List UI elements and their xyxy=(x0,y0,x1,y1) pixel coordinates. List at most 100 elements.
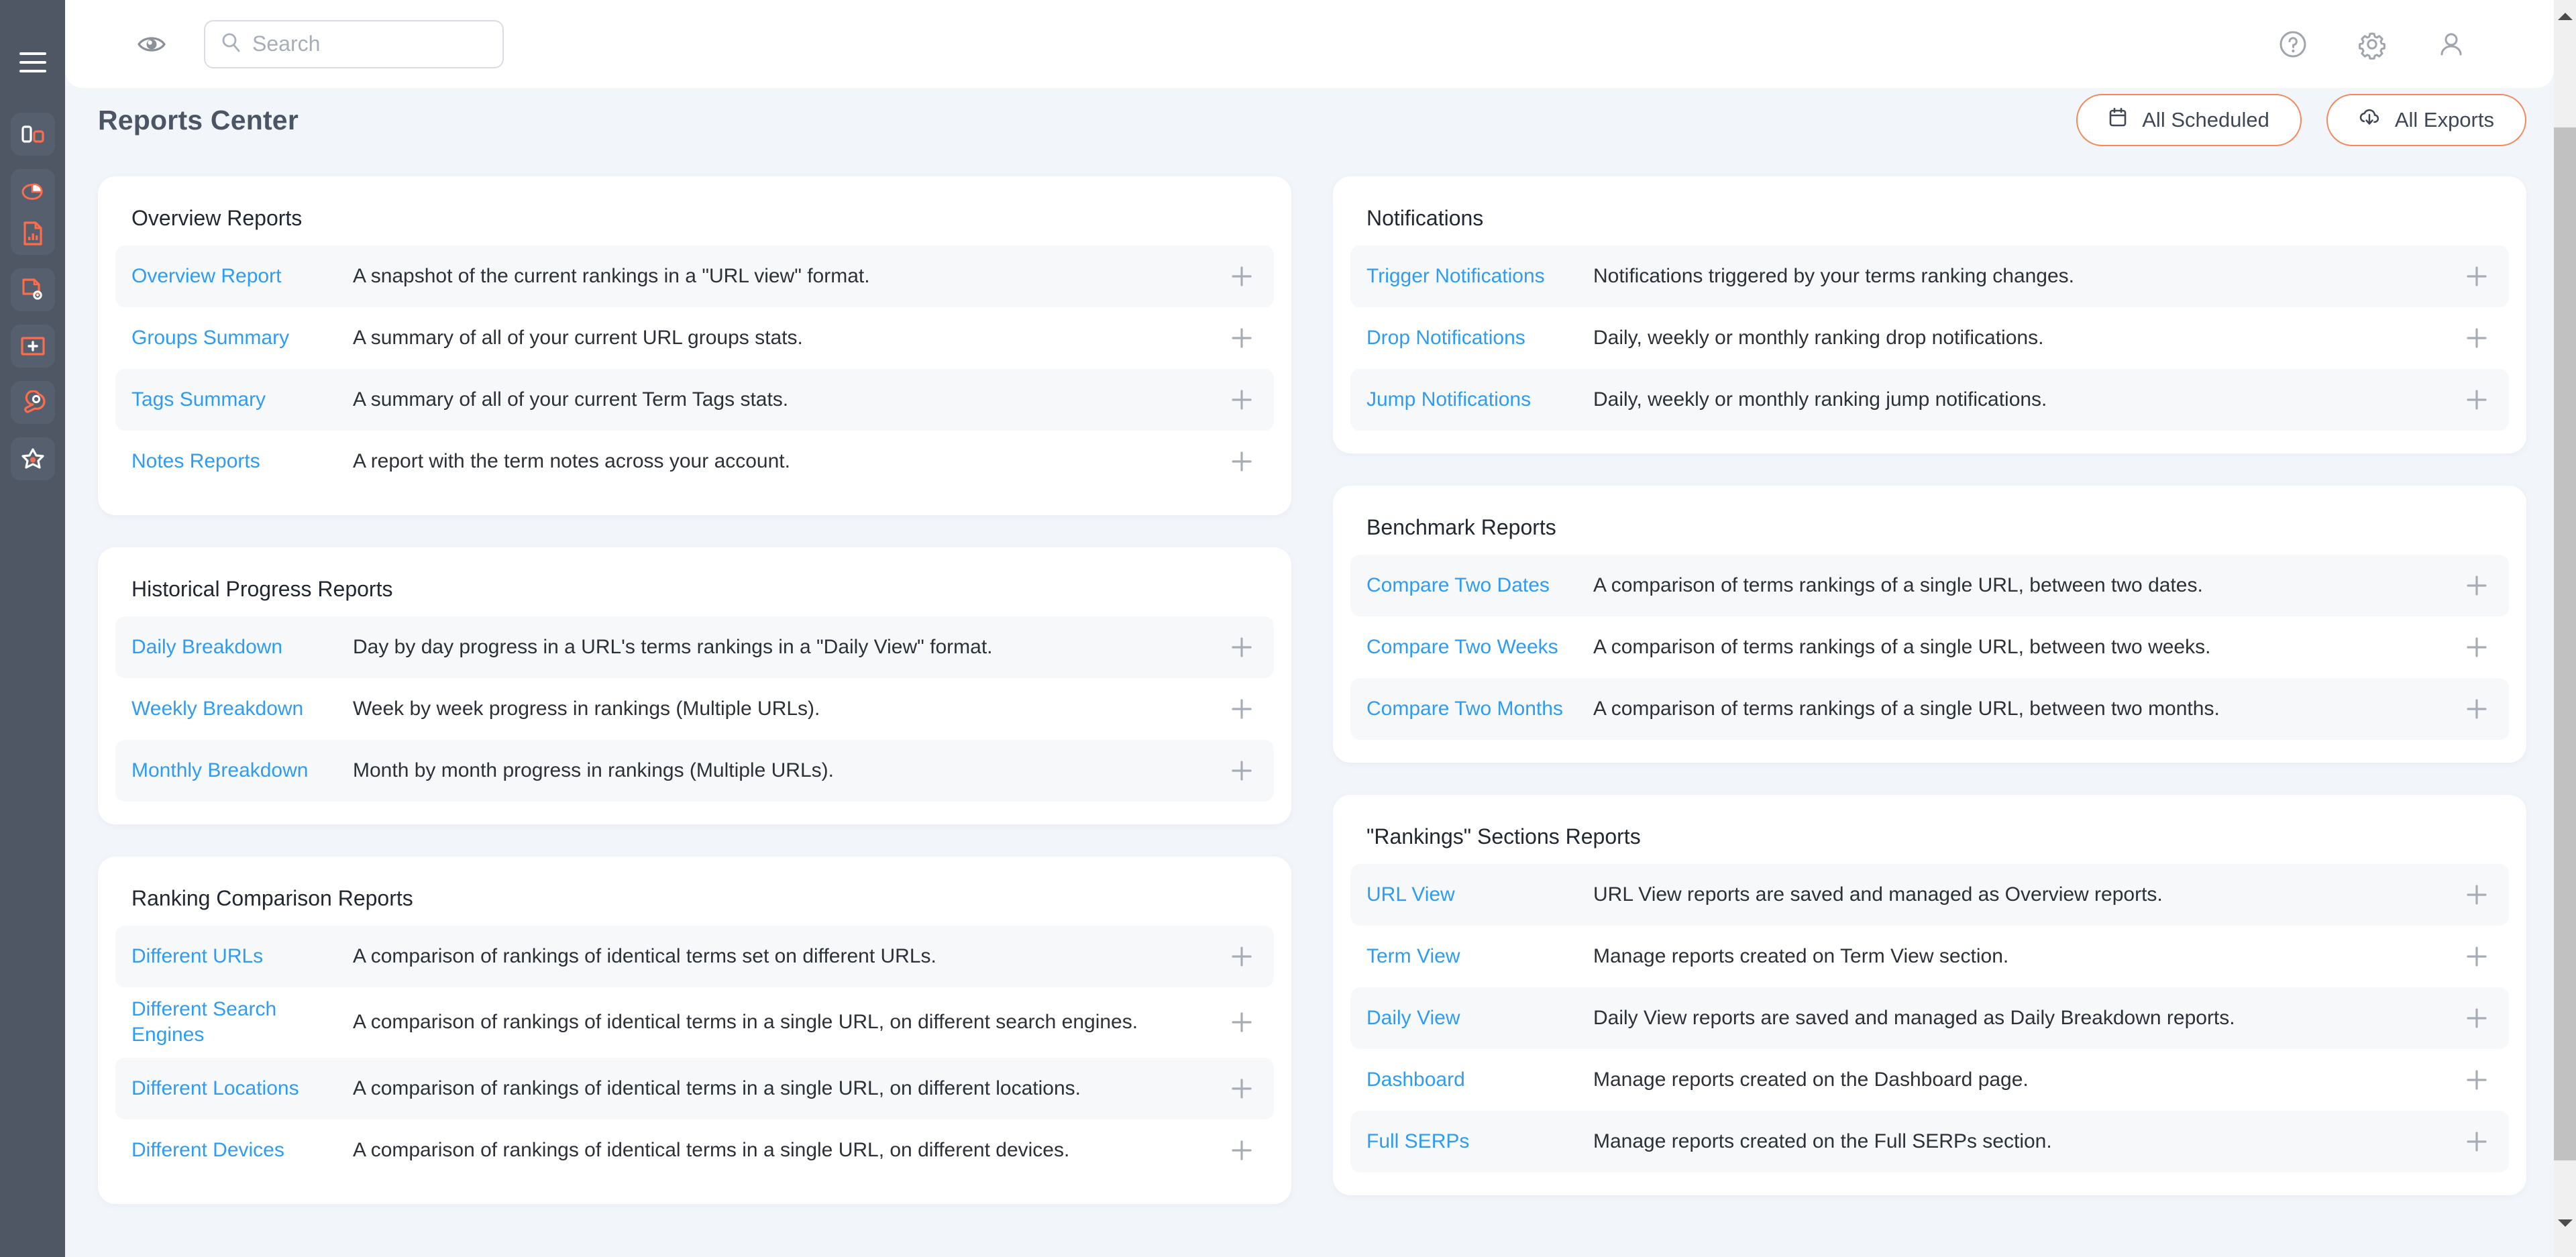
report-row[interactable]: Different Search EnginesA comparison of … xyxy=(115,987,1274,1058)
report-row[interactable]: URL ViewURL View reports are saved and m… xyxy=(1350,864,2509,926)
triangle-up-icon[interactable] xyxy=(2554,5,2576,28)
report-link[interactable]: Different Devices xyxy=(131,1138,353,1163)
plus-icon[interactable] xyxy=(1210,265,1274,288)
report-row[interactable]: Compare Two DatesA comparison of terms r… xyxy=(1350,555,2509,616)
search-field[interactable] xyxy=(252,32,488,56)
report-row[interactable]: Notes ReportsA report with the term note… xyxy=(115,431,1274,492)
plus-icon[interactable] xyxy=(1210,1011,1274,1034)
all-scheduled-button[interactable]: All Scheduled xyxy=(2076,94,2302,146)
page-header: Reports Center All Scheduled xyxy=(65,88,2554,152)
plus-icon[interactable] xyxy=(2445,1069,2509,1091)
report-row[interactable]: Tags SummaryA summary of all of your cur… xyxy=(115,369,1274,431)
report-row[interactable]: Different DevicesA comparison of ranking… xyxy=(115,1119,1274,1181)
report-link[interactable]: Compare Two Weeks xyxy=(1366,635,1593,660)
report-card: Benchmark ReportsCompare Two DatesA comp… xyxy=(1333,486,2526,763)
report-link[interactable]: Dashboard xyxy=(1366,1067,1593,1093)
report-row[interactable]: DashboardManage reports created on the D… xyxy=(1350,1049,2509,1111)
plus-icon[interactable] xyxy=(1210,759,1274,782)
page-title: Reports Center xyxy=(98,105,299,136)
report-link[interactable]: Trigger Notifications xyxy=(1366,264,1593,289)
plus-icon[interactable] xyxy=(1210,327,1274,349)
report-link[interactable]: Notes Reports xyxy=(131,449,353,474)
card-title: Historical Progress Reports xyxy=(131,577,1274,602)
report-link[interactable]: Different Locations xyxy=(131,1076,353,1101)
report-link[interactable]: Weekly Breakdown xyxy=(131,696,353,722)
report-row[interactable]: Monthly BreakdownMonth by month progress… xyxy=(115,740,1274,802)
plus-icon[interactable] xyxy=(2445,574,2509,597)
plus-icon[interactable] xyxy=(2445,945,2509,968)
report-row-list: Daily BreakdownDay by day progress in a … xyxy=(115,616,1274,802)
report-row[interactable]: Daily BreakdownDay by day progress in a … xyxy=(115,616,1274,678)
triangle-down-icon[interactable] xyxy=(2554,1212,2576,1234)
sidebar-item-dashboard[interactable] xyxy=(11,169,55,212)
eye-icon[interactable] xyxy=(134,27,169,62)
report-row[interactable]: Weekly BreakdownWeek by week progress in… xyxy=(115,678,1274,740)
plus-icon[interactable] xyxy=(2445,636,2509,659)
report-link[interactable]: URL View xyxy=(1366,882,1593,908)
report-link[interactable]: Groups Summary xyxy=(131,325,353,351)
report-link[interactable]: Tags Summary xyxy=(131,387,353,413)
plus-icon[interactable] xyxy=(2445,327,2509,349)
search-input[interactable] xyxy=(204,20,504,68)
report-link[interactable]: Daily View xyxy=(1366,1005,1593,1031)
plus-icon[interactable] xyxy=(1210,1139,1274,1162)
sidebar-item-settings-tools[interactable] xyxy=(11,381,55,424)
report-row[interactable]: Compare Two MonthsA comparison of terms … xyxy=(1350,678,2509,740)
sidebar-item-rankings[interactable] xyxy=(11,113,55,156)
gear-icon[interactable] xyxy=(2353,25,2391,63)
report-description: Daily, weekly or monthly ranking jump no… xyxy=(1593,386,2445,413)
report-link[interactable]: Jump Notifications xyxy=(1366,387,1593,413)
plus-icon[interactable] xyxy=(2445,1007,2509,1030)
hamburger-icon[interactable] xyxy=(19,52,46,72)
report-link[interactable]: Different Search Engines xyxy=(131,997,353,1048)
sidebar-item-reports[interactable] xyxy=(11,212,55,255)
user-icon[interactable] xyxy=(2432,25,2470,63)
report-link[interactable]: Daily Breakdown xyxy=(131,635,353,660)
plus-icon[interactable] xyxy=(2445,388,2509,411)
report-row[interactable]: Different URLsA comparison of rankings o… xyxy=(115,926,1274,987)
report-row[interactable]: Trigger NotificationsNotifications trigg… xyxy=(1350,245,2509,307)
scrollbar-thumb[interactable] xyxy=(2554,127,2576,1160)
report-row[interactable]: Compare Two WeeksA comparison of terms r… xyxy=(1350,616,2509,678)
report-link[interactable]: Drop Notifications xyxy=(1366,325,1593,351)
report-row[interactable]: Groups SummaryA summary of all of your c… xyxy=(115,307,1274,369)
report-description: A comparison of rankings of identical te… xyxy=(353,1137,1210,1164)
plus-icon[interactable] xyxy=(2445,265,2509,288)
sidebar-item-add[interactable] xyxy=(11,325,55,368)
add-frame-icon xyxy=(19,335,47,358)
plus-icon[interactable] xyxy=(2445,883,2509,906)
card-title: "Rankings" Sections Reports xyxy=(1366,824,2509,849)
plus-icon[interactable] xyxy=(1210,945,1274,968)
report-row[interactable]: Jump NotificationsDaily, weekly or month… xyxy=(1350,369,2509,431)
report-link[interactable]: Different URLs xyxy=(131,944,353,969)
report-link[interactable]: Term View xyxy=(1366,944,1593,969)
help-circle-icon[interactable] xyxy=(2274,25,2312,63)
report-link[interactable]: Monthly Breakdown xyxy=(131,758,353,783)
report-description: Notifications triggered by your terms ra… xyxy=(1593,263,2445,290)
sidebar-item-tools[interactable] xyxy=(11,268,55,311)
plus-icon[interactable] xyxy=(1210,698,1274,720)
all-exports-button[interactable]: All Exports xyxy=(2326,94,2526,146)
vertical-scrollbar[interactable] xyxy=(2554,0,2576,1257)
plus-icon[interactable] xyxy=(1210,388,1274,411)
report-description: A comparison of terms rankings of a sing… xyxy=(1593,572,2445,599)
report-link[interactable]: Overview Report xyxy=(131,264,353,289)
plus-icon[interactable] xyxy=(1210,1077,1274,1100)
report-row[interactable]: Full SERPsManage reports created on the … xyxy=(1350,1111,2509,1172)
report-row[interactable]: Different LocationsA comparison of ranki… xyxy=(115,1058,1274,1119)
sidebar-item-favorites[interactable] xyxy=(11,437,55,480)
plus-icon[interactable] xyxy=(1210,450,1274,473)
report-link[interactable]: Compare Two Months xyxy=(1366,696,1593,722)
report-row[interactable]: Drop NotificationsDaily, weekly or month… xyxy=(1350,307,2509,369)
report-link[interactable]: Compare Two Dates xyxy=(1366,573,1593,598)
report-row[interactable]: Daily ViewDaily View reports are saved a… xyxy=(1350,987,2509,1049)
report-link[interactable]: Full SERPs xyxy=(1366,1129,1593,1154)
report-row[interactable]: Overview ReportA snapshot of the current… xyxy=(115,245,1274,307)
topbar-actions xyxy=(2274,25,2470,63)
plus-icon[interactable] xyxy=(2445,1130,2509,1153)
plus-icon[interactable] xyxy=(2445,698,2509,720)
plus-icon[interactable] xyxy=(1210,636,1274,659)
calendar-icon xyxy=(2108,107,2127,133)
report-row[interactable]: Term ViewManage reports created on Term … xyxy=(1350,926,2509,987)
top-bar xyxy=(65,0,2554,88)
